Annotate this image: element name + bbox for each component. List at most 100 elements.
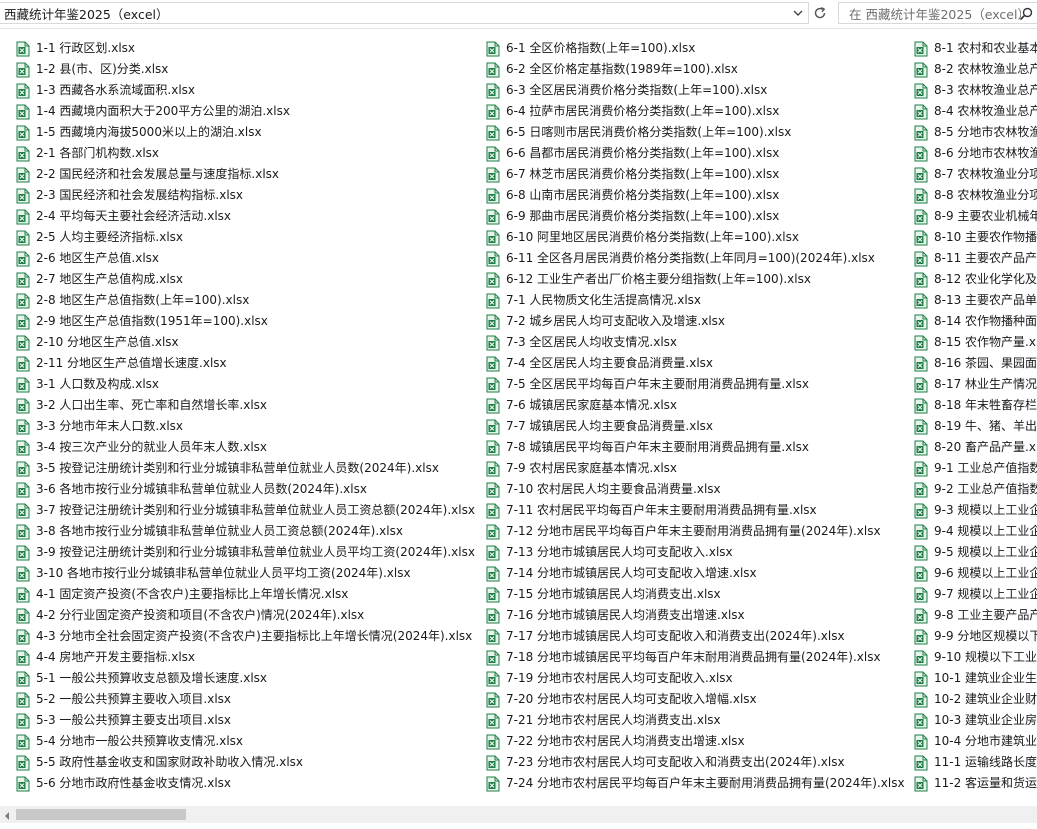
file-item[interactable]: 7-16 分地市城镇居民人均消费支出增速.xlsx [486, 605, 905, 626]
file-item[interactable]: 6-6 昌都市居民消费价格分类指数(上年=100).xlsx [486, 143, 905, 164]
file-item[interactable]: 3-10 各地市按行业分城镇非私营单位就业人员平均工资(2024年).xlsx [16, 563, 475, 584]
file-item[interactable]: 9-10 规模以下工业企 [914, 647, 1037, 668]
file-item[interactable]: 9-2 工业总产值指数 [914, 479, 1037, 500]
file-item[interactable]: 9-4 规模以上工业企 [914, 521, 1037, 542]
file-item[interactable]: 3-7 按登记注册统计类别和行业分城镇非私营单位就业人员工资总额(2024年).… [16, 500, 475, 521]
file-item[interactable]: 7-19 分地市农村居民人均可支配收入.xlsx [486, 668, 905, 689]
file-item[interactable]: 7-8 城镇居民平均每百户年末主要耐用消费品拥有量.xlsx [486, 437, 905, 458]
file-item[interactable]: 8-17 林业生产情况.x [914, 374, 1037, 395]
file-item[interactable]: 8-10 主要农作物播种 [914, 227, 1037, 248]
file-item[interactable]: 6-3 全区居民消费价格分类指数(上年=100).xlsx [486, 80, 905, 101]
file-item[interactable]: 4-1 固定资产投资(不含农户)主要指标比上年增长情况.xlsx [16, 584, 475, 605]
file-item[interactable]: 8-3 农林牧渔业总产 [914, 80, 1037, 101]
file-item[interactable]: 8-15 农作物产量.xls [914, 332, 1037, 353]
file-item[interactable]: 8-2 农林牧渔业总产 [914, 59, 1037, 80]
file-item[interactable]: 7-14 分地市城镇居民人均可支配收入增速.xlsx [486, 563, 905, 584]
file-item[interactable]: 7-17 分地市城镇居民人均可支配收入和消费支出(2024年).xlsx [486, 626, 905, 647]
file-item[interactable]: 8-9 主要农业机械年 [914, 206, 1037, 227]
chevron-down-icon[interactable] [790, 5, 806, 21]
file-item[interactable]: 7-15 分地市城镇居民人均消费支出.xlsx [486, 584, 905, 605]
file-item[interactable]: 8-18 年末牲畜存栏数 [914, 395, 1037, 416]
file-item[interactable]: 7-3 全区居民人均收支情况.xlsx [486, 332, 905, 353]
file-item[interactable]: 3-3 分地市年末人口数.xlsx [16, 416, 475, 437]
file-item[interactable]: 7-7 城镇居民人均主要食品消费量.xlsx [486, 416, 905, 437]
file-item[interactable]: 7-24 分地市农村居民平均每百户年末主要耐用消费品拥有量(2024年).xls… [486, 773, 905, 794]
file-item[interactable]: 2-2 国民经济和社会发展总量与速度指标.xlsx [16, 164, 475, 185]
file-item[interactable]: 5-1 一般公共预算收支总额及增长速度.xlsx [16, 668, 475, 689]
file-item[interactable]: 8-20 畜产品产量.xls [914, 437, 1037, 458]
file-item[interactable]: 7-20 分地市农村居民人均可支配收入增幅.xlsx [486, 689, 905, 710]
file-item[interactable]: 3-2 人口出生率、死亡率和自然增长率.xlsx [16, 395, 475, 416]
file-item[interactable]: 11-2 客运量和货运量 [914, 773, 1037, 794]
file-item[interactable]: 8-6 分地市农林牧渔 [914, 143, 1037, 164]
file-item[interactable]: 10-2 建筑业企业财务 [914, 689, 1037, 710]
file-item[interactable]: 3-8 各地市按行业分城镇非私营单位就业人员工资总额(2024年).xlsx [16, 521, 475, 542]
file-item[interactable]: 5-5 政府性基金收支和国家财政补助收入情况.xlsx [16, 752, 475, 773]
scroll-left-arrow-icon[interactable] [2, 810, 12, 820]
file-item[interactable]: 9-1 工业总产值指数 [914, 458, 1037, 479]
file-item[interactable]: 5-2 一般公共预算主要收入项目.xlsx [16, 689, 475, 710]
file-item[interactable]: 6-8 山南市居民消费价格分类指数(上年=100).xlsx [486, 185, 905, 206]
file-item[interactable]: 6-2 全区价格定基指数(1989年=100).xlsx [486, 59, 905, 80]
file-item[interactable]: 9-7 规模以上工业企 [914, 584, 1037, 605]
file-item[interactable]: 5-3 一般公共预算主要支出项目.xlsx [16, 710, 475, 731]
file-item[interactable]: 9-3 规模以上工业企 [914, 500, 1037, 521]
file-item[interactable]: 8-7 农林牧渔业分项 [914, 164, 1037, 185]
file-item[interactable]: 9-6 规模以上工业企 [914, 563, 1037, 584]
address-bar[interactable]: 西藏统计年鉴2025（excel） [0, 2, 809, 24]
file-item[interactable]: 7-1 人民物质文化生活提高情况.xlsx [486, 290, 905, 311]
file-item[interactable]: 2-3 国民经济和社会发展结构指标.xlsx [16, 185, 475, 206]
file-item[interactable]: 9-8 工业主要产品产 [914, 605, 1037, 626]
file-item[interactable]: 9-5 规模以上工业企 [914, 542, 1037, 563]
file-item[interactable]: 2-9 地区生产总值指数(1951年=100).xlsx [16, 311, 475, 332]
file-item[interactable]: 7-2 城乡居民人均可支配收入及增速.xlsx [486, 311, 905, 332]
file-item[interactable]: 8-1 农村和农业基本 [914, 38, 1037, 59]
search-input[interactable]: 在 西藏统计年鉴2025（excel）中搜索 [838, 2, 1037, 24]
file-item[interactable]: 11-1 运输线路长度.x [914, 752, 1037, 773]
file-item[interactable]: 3-1 人口数及构成.xlsx [16, 374, 475, 395]
file-item[interactable]: 2-1 各部门机构数.xlsx [16, 143, 475, 164]
file-item[interactable]: 10-1 建筑业企业生产 [914, 668, 1037, 689]
file-item[interactable]: 8-14 农作物播种面积 [914, 311, 1037, 332]
file-item[interactable]: 8-4 农林牧渔业总产 [914, 101, 1037, 122]
file-item[interactable]: 7-13 分地市城镇居民人均可支配收入.xlsx [486, 542, 905, 563]
file-item[interactable]: 8-8 农林牧渔业分项 [914, 185, 1037, 206]
file-item[interactable]: 6-11 全区各月居民消费价格分类指数(上年同月=100)(2024年).xls… [486, 248, 905, 269]
file-item[interactable]: 3-6 各地市按行业分城镇非私营单位就业人员数(2024年).xlsx [16, 479, 475, 500]
file-item[interactable]: 5-6 分地市政府性基金收支情况.xlsx [16, 773, 475, 794]
file-item[interactable]: 2-8 地区生产总值指数(上年=100).xlsx [16, 290, 475, 311]
file-item[interactable]: 7-9 农村居民家庭基本情况.xlsx [486, 458, 905, 479]
file-item[interactable]: 7-18 分地市城镇居民平均每百户年末耐用消费品拥有量(2024年).xlsx [486, 647, 905, 668]
file-item[interactable]: 7-11 农村居民平均每百户年末主要耐用消费品拥有量.xlsx [486, 500, 905, 521]
file-item[interactable]: 6-10 阿里地区居民消费价格分类指数(上年=100).xlsx [486, 227, 905, 248]
file-item[interactable]: 6-1 全区价格指数(上年=100).xlsx [486, 38, 905, 59]
file-item[interactable]: 7-12 分地市居民平均每百户年末主要耐用消费品拥有量(2024年).xlsx [486, 521, 905, 542]
file-item[interactable]: 9-9 分地区规模以下 [914, 626, 1037, 647]
file-item[interactable]: 3-4 按三次产业分的就业人员年末人数.xlsx [16, 437, 475, 458]
horizontal-scrollbar[interactable] [0, 806, 1037, 823]
file-item[interactable]: 7-5 全区居民平均每百户年末主要耐用消费品拥有量.xlsx [486, 374, 905, 395]
file-item[interactable]: 4-2 分行业固定资产投资和项目(不含农户)情况(2024年).xlsx [16, 605, 475, 626]
file-item[interactable]: 10-4 分地市建筑业企 [914, 731, 1037, 752]
file-item[interactable]: 7-23 分地市农村居民人均可支配收入和消费支出(2024年).xlsx [486, 752, 905, 773]
file-item[interactable]: 2-4 平均每天主要社会经济活动.xlsx [16, 206, 475, 227]
file-item[interactable]: 1-1 行政区划.xlsx [16, 38, 475, 59]
file-item[interactable]: 8-13 主要农产品单位 [914, 290, 1037, 311]
file-item[interactable]: 7-22 分地市农村居民人均消费支出增速.xlsx [486, 731, 905, 752]
scrollbar-thumb[interactable] [16, 809, 186, 820]
file-item[interactable]: 10-3 建筑业企业房屋 [914, 710, 1037, 731]
file-item[interactable]: 7-21 分地市农村居民人均消费支出.xlsx [486, 710, 905, 731]
file-item[interactable]: 6-5 日喀则市居民消费价格分类指数(上年=100).xlsx [486, 122, 905, 143]
file-item[interactable]: 2-11 分地区生产总值增长速度.xlsx [16, 353, 475, 374]
file-item[interactable]: 1-3 西藏各水系流域面积.xlsx [16, 80, 475, 101]
file-item[interactable]: 1-4 西藏境内面积大于200平方公里的湖泊.xlsx [16, 101, 475, 122]
file-item[interactable]: 2-10 分地区生产总值.xlsx [16, 332, 475, 353]
file-item[interactable]: 6-4 拉萨市居民消费价格分类指数(上年=100).xlsx [486, 101, 905, 122]
refresh-icon[interactable] [811, 4, 829, 22]
file-item[interactable]: 7-10 农村居民人均主要食品消费量.xlsx [486, 479, 905, 500]
file-item[interactable]: 8-5 分地市农林牧渔 [914, 122, 1037, 143]
file-item[interactable]: 2-7 地区生产总值构成.xlsx [16, 269, 475, 290]
file-item[interactable]: 6-7 林芝市居民消费价格分类指数(上年=100).xlsx [486, 164, 905, 185]
file-item[interactable]: 6-12 工业生产者出厂价格主要分组指数(上年=100).xlsx [486, 269, 905, 290]
file-item[interactable]: 3-9 按登记注册统计类别和行业分城镇非私营单位就业人员平均工资(2024年).… [16, 542, 475, 563]
